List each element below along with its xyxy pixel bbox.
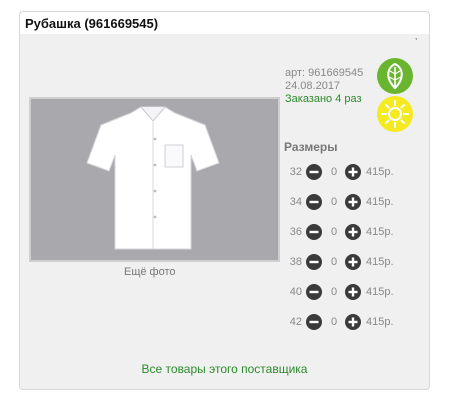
more-photos-link[interactable]: Ещё фото [124, 266, 176, 278]
sizes-heading: Размеры [284, 140, 338, 154]
increase-quantity-button[interactable] [344, 193, 362, 211]
sun-icon [381, 100, 409, 128]
decrease-quantity-button[interactable] [305, 163, 323, 181]
increase-quantity-button[interactable] [344, 283, 362, 301]
tick-mark: , [415, 32, 418, 41]
eco-badge [377, 58, 413, 94]
supplier-products-link[interactable]: Все товары этого поставщика [20, 362, 429, 376]
plus-icon [344, 283, 362, 307]
increase-quantity-button[interactable] [344, 253, 362, 271]
quantity-value: 0 [330, 316, 338, 328]
size-value: 36 [289, 226, 302, 238]
plus-icon [344, 193, 362, 217]
article-number: арт: 961669545 [285, 67, 364, 79]
size-price: 415р. [366, 316, 394, 328]
size-price: 415р. [366, 166, 394, 178]
minus-icon [305, 283, 323, 307]
size-row: 38 0 415р. [284, 253, 424, 271]
minus-icon [305, 223, 323, 247]
shirt-image [86, 106, 220, 250]
quantity-value: 0 [330, 256, 338, 268]
size-value: 32 [289, 166, 302, 178]
plus-icon [344, 163, 362, 187]
plus-icon [344, 253, 362, 277]
minus-icon [305, 313, 323, 337]
leaf-icon [387, 62, 403, 90]
product-meta: арт: 961669545 24.08.2017 Заказано 4 раз [285, 67, 363, 106]
quantity-value: 0 [330, 166, 338, 178]
product-photo[interactable] [29, 97, 280, 262]
minus-icon [305, 163, 323, 187]
size-price: 415р. [366, 196, 394, 208]
decrease-quantity-button[interactable] [305, 313, 323, 331]
size-value: 42 [289, 316, 302, 328]
size-price: 415р. [366, 286, 394, 298]
decrease-quantity-button[interactable] [305, 193, 323, 211]
quantity-value: 0 [330, 286, 338, 298]
listing-date: 24.08.2017 [285, 80, 341, 92]
minus-icon [305, 253, 323, 277]
increase-quantity-button[interactable] [344, 223, 362, 241]
product-title: Рубашка (961669545) [25, 16, 159, 31]
increase-quantity-button[interactable] [344, 163, 362, 181]
size-row: 34 0 415р. [284, 193, 424, 211]
decrease-quantity-button[interactable] [305, 283, 323, 301]
size-value: 38 [289, 256, 302, 268]
size-value: 34 [289, 196, 302, 208]
decrease-quantity-button[interactable] [305, 253, 323, 271]
order-count: Заказано 4 раз [285, 93, 362, 105]
increase-quantity-button[interactable] [344, 313, 362, 331]
size-row: 40 0 415р. [284, 283, 424, 301]
product-card: Рубашка (961669545) , Ещё фото арт: 9616… [19, 11, 430, 390]
size-row: 32 0 415р. [284, 163, 424, 181]
minus-icon [305, 193, 323, 217]
plus-icon [344, 313, 362, 337]
season-badge [377, 96, 413, 132]
size-price: 415р. [366, 226, 394, 238]
quantity-value: 0 [330, 196, 338, 208]
plus-icon [344, 223, 362, 247]
title-bar: Рубашка (961669545) [20, 12, 429, 34]
size-price: 415р. [366, 256, 394, 268]
quantity-value: 0 [330, 226, 338, 238]
size-row: 36 0 415р. [284, 223, 424, 241]
decrease-quantity-button[interactable] [305, 223, 323, 241]
size-row: 42 0 415р. [284, 313, 424, 331]
size-value: 40 [289, 286, 302, 298]
